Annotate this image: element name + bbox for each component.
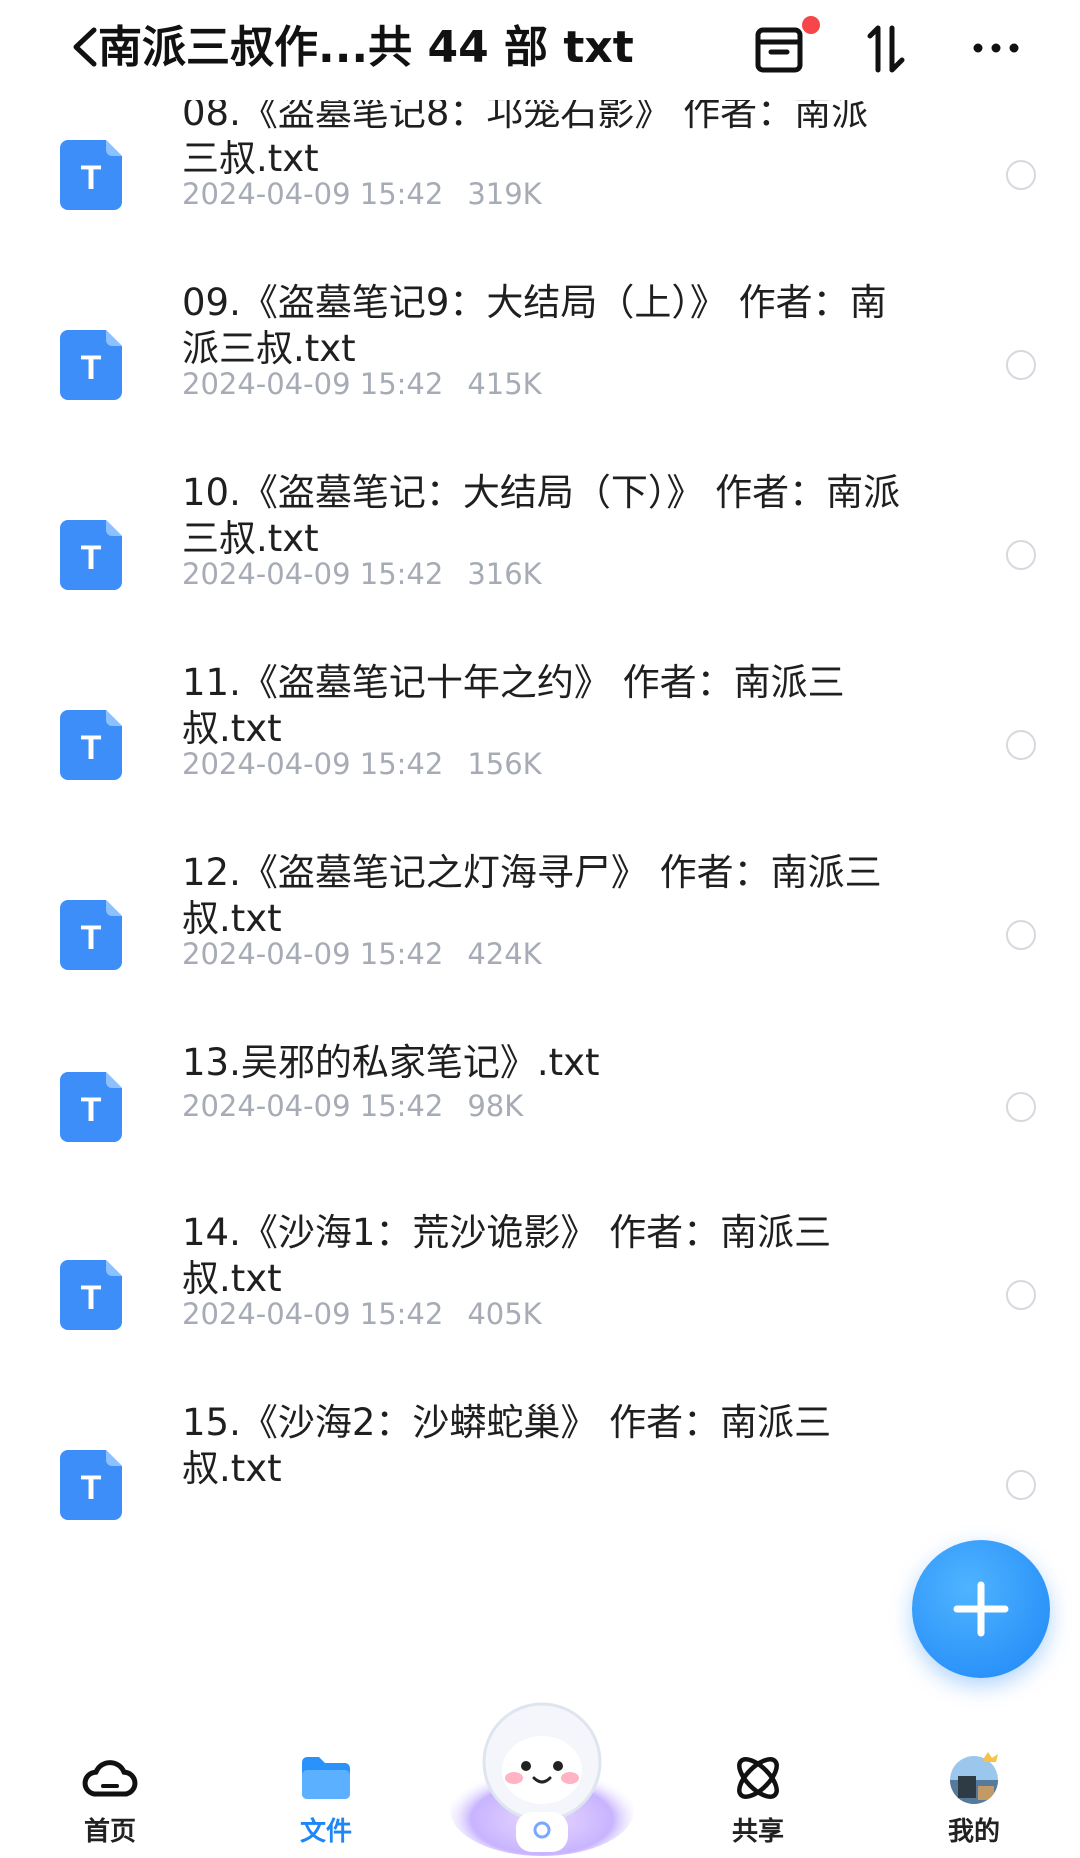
tab-label: 共享 bbox=[731, 1817, 784, 1847]
file-row[interactable]: T 14.《沙海1：荒沙诡影》 作者：南派三叔.txt 2024-04-09 1… bbox=[0, 1211, 1080, 1410]
svg-text:T: T bbox=[81, 919, 102, 957]
svg-text:T: T bbox=[81, 729, 102, 767]
top-navigation-bar: 南派三叔作...共 44 部 txt bbox=[0, 0, 1080, 100]
select-radio[interactable] bbox=[1006, 160, 1036, 190]
tab-label: 文件 bbox=[299, 1817, 352, 1847]
avatar-icon bbox=[950, 1752, 998, 1804]
add-button[interactable] bbox=[912, 1540, 1050, 1678]
file-name: 15.《沙海2：沙蟒蛇巢》 作者：南派三叔.txt bbox=[182, 1401, 832, 1490]
share-orbit-icon bbox=[737, 1757, 779, 1799]
file-name: 14.《沙海1：荒沙诡影》 作者：南派三叔.txt bbox=[182, 1211, 832, 1300]
tab-profile[interactable]: 我的 bbox=[904, 1722, 1044, 1858]
select-radio[interactable] bbox=[1006, 1280, 1036, 1310]
file-meta: 2024-04-09 15:42 424K bbox=[182, 936, 542, 972]
file-name: 10.《盗墓笔记：大结局（下）》 作者：南派三叔.txt bbox=[182, 471, 901, 560]
file-size: 98K bbox=[467, 1089, 524, 1123]
notification-dot bbox=[802, 16, 820, 34]
select-radio[interactable] bbox=[1006, 1092, 1036, 1122]
file-meta: 2024-04-09 15:42 319K bbox=[182, 176, 542, 212]
txt-file-icon: T bbox=[60, 330, 122, 400]
select-radio[interactable] bbox=[1006, 920, 1036, 950]
file-date: 2024-04-09 15:42 bbox=[182, 937, 444, 971]
txt-file-icon: T bbox=[60, 1450, 122, 1520]
file-meta: 2024-04-09 15:42 316K bbox=[182, 556, 542, 592]
file-row[interactable]: T 08.《盗墓笔记8：邛笼石影》 作者：南派三叔.txt 2024-04-09… bbox=[0, 100, 1080, 290]
file-meta: 2024-04-09 15:42 415K bbox=[182, 366, 542, 402]
file-size: 424K bbox=[467, 937, 542, 971]
file-row[interactable]: T 12.《盗墓笔记之灯海寻尸》 作者：南派三叔.txt 2024-04-09 … bbox=[0, 851, 1080, 1050]
txt-file-icon: T bbox=[60, 520, 122, 590]
svg-text:T: T bbox=[81, 1469, 102, 1507]
file-name: 13.吴邪的私家笔记》.txt bbox=[182, 1041, 600, 1084]
txt-file-icon: T bbox=[60, 900, 122, 970]
file-row[interactable]: T 11.《盗墓笔记十年之约》 作者：南派三叔.txt 2024-04-09 1… bbox=[0, 661, 1080, 860]
tab-home[interactable]: 首页 bbox=[40, 1722, 180, 1858]
svg-text:T: T bbox=[81, 539, 102, 577]
txt-file-icon: T bbox=[60, 1072, 122, 1142]
tab-share[interactable]: 共享 bbox=[688, 1722, 828, 1858]
file-date: 2024-04-09 15:42 bbox=[182, 1297, 444, 1331]
svg-text:T: T bbox=[81, 349, 102, 387]
file-date: 2024-04-09 15:42 bbox=[182, 367, 444, 401]
file-size: 405K bbox=[467, 1297, 542, 1331]
txt-file-icon: T bbox=[60, 710, 122, 780]
page-title: 南派三叔作...共 44 部 txt bbox=[98, 22, 634, 73]
select-radio[interactable] bbox=[1006, 350, 1036, 380]
svg-text:T: T bbox=[81, 1091, 102, 1129]
file-date: 2024-04-09 15:42 bbox=[182, 1089, 444, 1123]
file-row[interactable]: T 10.《盗墓笔记：大结局（下）》 作者：南派三叔.txt 2024-04-0… bbox=[0, 471, 1080, 670]
file-row[interactable]: T 09.《盗墓笔记9：大结局（上）》 作者：南派三叔.txt 2024-04-… bbox=[0, 281, 1080, 480]
tab-files[interactable]: 文件 bbox=[256, 1722, 396, 1858]
file-size: 316K bbox=[467, 557, 542, 591]
file-size: 156K bbox=[467, 747, 542, 781]
cloud-home-icon bbox=[82, 1760, 138, 1797]
svg-text:T: T bbox=[81, 1279, 102, 1317]
select-radio[interactable] bbox=[1006, 1470, 1036, 1500]
file-meta: 2024-04-09 15:42 405K bbox=[182, 1296, 542, 1332]
file-date: 2024-04-09 15:42 bbox=[182, 557, 444, 591]
more-icon[interactable] bbox=[966, 22, 1026, 76]
file-size: 319K bbox=[467, 177, 542, 211]
tab-label: 首页 bbox=[83, 1817, 136, 1847]
file-meta: 2024-04-09 15:42 156K bbox=[182, 746, 542, 782]
file-name: 12.《盗墓笔记之灯海寻尸》 作者：南派三叔.txt bbox=[182, 851, 882, 940]
file-name: 08.《盗墓笔记8：邛笼石影》 作者：南派三叔.txt bbox=[182, 100, 869, 180]
select-radio[interactable] bbox=[1006, 540, 1036, 570]
file-date: 2024-04-09 15:42 bbox=[182, 747, 444, 781]
file-name: 09.《盗墓笔记9：大结局（上）》 作者：南派三叔.txt bbox=[182, 281, 887, 370]
file-row[interactable]: T 15.《沙海2：沙蟒蛇巢》 作者：南派三叔.txt bbox=[0, 1401, 1080, 1600]
sort-icon[interactable] bbox=[856, 22, 916, 76]
folder-icon bbox=[302, 1757, 350, 1799]
file-list: T 08.《盗墓笔记8：邛笼石影》 作者：南派三叔.txt 2024-04-09… bbox=[0, 100, 1080, 1720]
txt-file-icon: T bbox=[60, 140, 122, 210]
select-radio[interactable] bbox=[1006, 730, 1036, 760]
file-size: 415K bbox=[467, 367, 542, 401]
file-name: 11.《盗墓笔记十年之约》 作者：南派三叔.txt bbox=[182, 661, 845, 750]
file-meta: 2024-04-09 15:42 98K bbox=[182, 1088, 523, 1124]
svg-text:T: T bbox=[81, 159, 102, 197]
txt-file-icon: T bbox=[60, 1260, 122, 1330]
plus-icon bbox=[953, 1581, 1009, 1637]
file-date: 2024-04-09 15:42 bbox=[182, 177, 444, 211]
mascot-assistant-icon[interactable] bbox=[446, 1686, 638, 1858]
tab-label: 我的 bbox=[947, 1817, 1000, 1847]
file-row[interactable]: T 13.吴邪的私家笔记》.txt 2024-04-09 15:42 98K bbox=[0, 1041, 1080, 1220]
archive-box-icon[interactable] bbox=[750, 22, 810, 76]
